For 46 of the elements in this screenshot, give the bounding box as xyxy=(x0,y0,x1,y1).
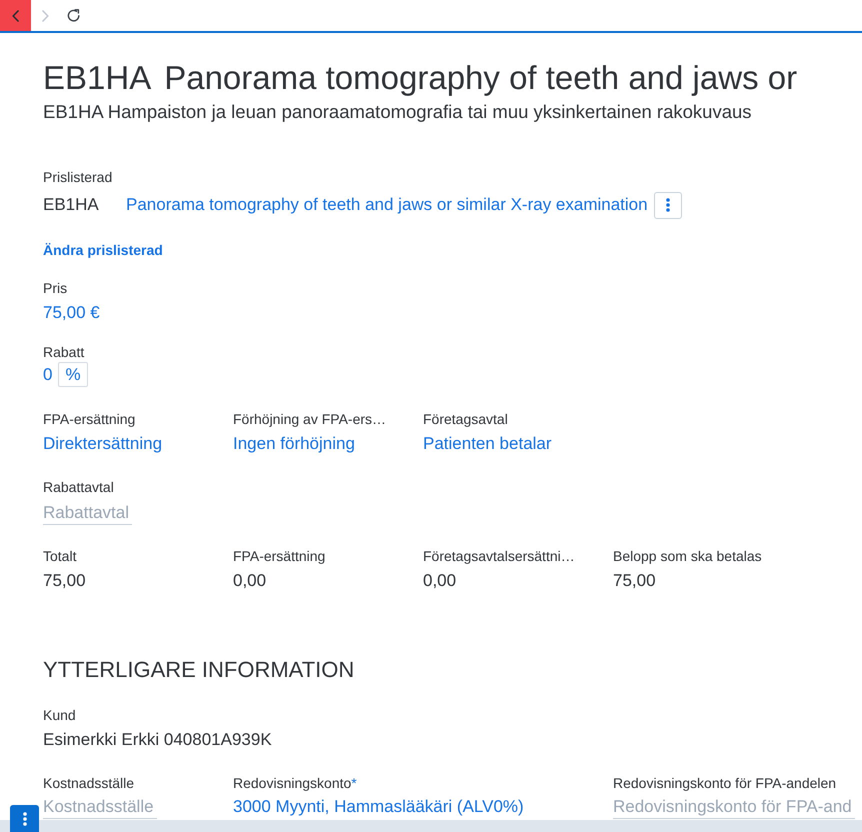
title-code: EB1HA xyxy=(43,58,152,98)
vertical-dots-icon xyxy=(22,812,26,826)
discount-value[interactable]: 0 xyxy=(43,362,52,388)
back-button[interactable] xyxy=(0,0,31,31)
value-link[interactable]: 75,00 € xyxy=(43,300,100,326)
chevron-right-icon xyxy=(42,10,48,22)
field-label: Företagsavtalsersättni… xyxy=(423,547,575,566)
field-label: FPA-ersättning xyxy=(43,410,136,429)
field-label: Kostnadsställe xyxy=(43,774,134,793)
value-link[interactable]: Patienten betalar xyxy=(423,431,552,457)
field-label: Rabatt xyxy=(43,343,84,362)
field-label: Rabattavtal xyxy=(43,478,114,497)
vertical-dots-icon xyxy=(666,198,670,212)
field-label: Pris xyxy=(43,279,68,298)
field-value: 0,00 xyxy=(233,570,266,592)
unit-button[interactable]: % xyxy=(58,362,88,387)
field-value: 75,00 xyxy=(613,570,656,592)
price-list-link[interactable]: Panorama tomography of teeth and jaws or similar X-ray examination xyxy=(126,192,648,218)
value-link[interactable]: 3000 Myynti, Hammaslääkäri (ALV0%) xyxy=(233,795,524,819)
field-label: Redovisningskonto för FPA-andelen xyxy=(613,774,836,793)
page-subtitle: EB1HA Hampaiston ja leuan panoraamatomografia tai muu yksinkertainen rakokuvaus xyxy=(43,100,753,124)
field-value: Esimerkki Erkki 040801A939K xyxy=(43,729,272,751)
input-field[interactable]: Kostnadsställe xyxy=(43,795,157,819)
field-label: Kund xyxy=(43,706,76,725)
field-label: Belopp som ska betalas xyxy=(613,547,762,566)
change-link[interactable]: Ändra prislisterad xyxy=(43,240,163,260)
value-link[interactable]: Direktersättning xyxy=(43,431,162,457)
section-heading: YTTERLIGARE INFORMATION xyxy=(43,656,356,684)
field-label: FPA-ersättning xyxy=(233,547,326,566)
menu-button[interactable] xyxy=(10,805,39,832)
field-label: Redovisningskonto xyxy=(233,774,352,793)
value-link[interactable]: Ingen förhöjning xyxy=(233,431,355,457)
chevron-left-icon xyxy=(12,10,19,22)
price-list-code: EB1HA xyxy=(43,194,100,216)
input-field[interactable]: Redovisningskonto för FPA-and xyxy=(613,795,855,819)
reload-icon xyxy=(66,9,80,22)
field-value: 0,00 xyxy=(423,570,456,592)
field-label: Prislisterad xyxy=(43,168,114,187)
input-field[interactable]: Rabattavtal xyxy=(43,501,132,525)
field-label: Totalt xyxy=(43,547,76,566)
field-value: 75,00 xyxy=(43,570,86,592)
page-title: Panorama tomography of teeth and jaws or xyxy=(164,58,798,98)
field-label: Förhöjning av FPA-ers… xyxy=(233,410,386,429)
more-button[interactable] xyxy=(654,192,682,218)
field-label: Företagsavtal xyxy=(423,410,508,429)
required-mark: * xyxy=(351,774,357,793)
